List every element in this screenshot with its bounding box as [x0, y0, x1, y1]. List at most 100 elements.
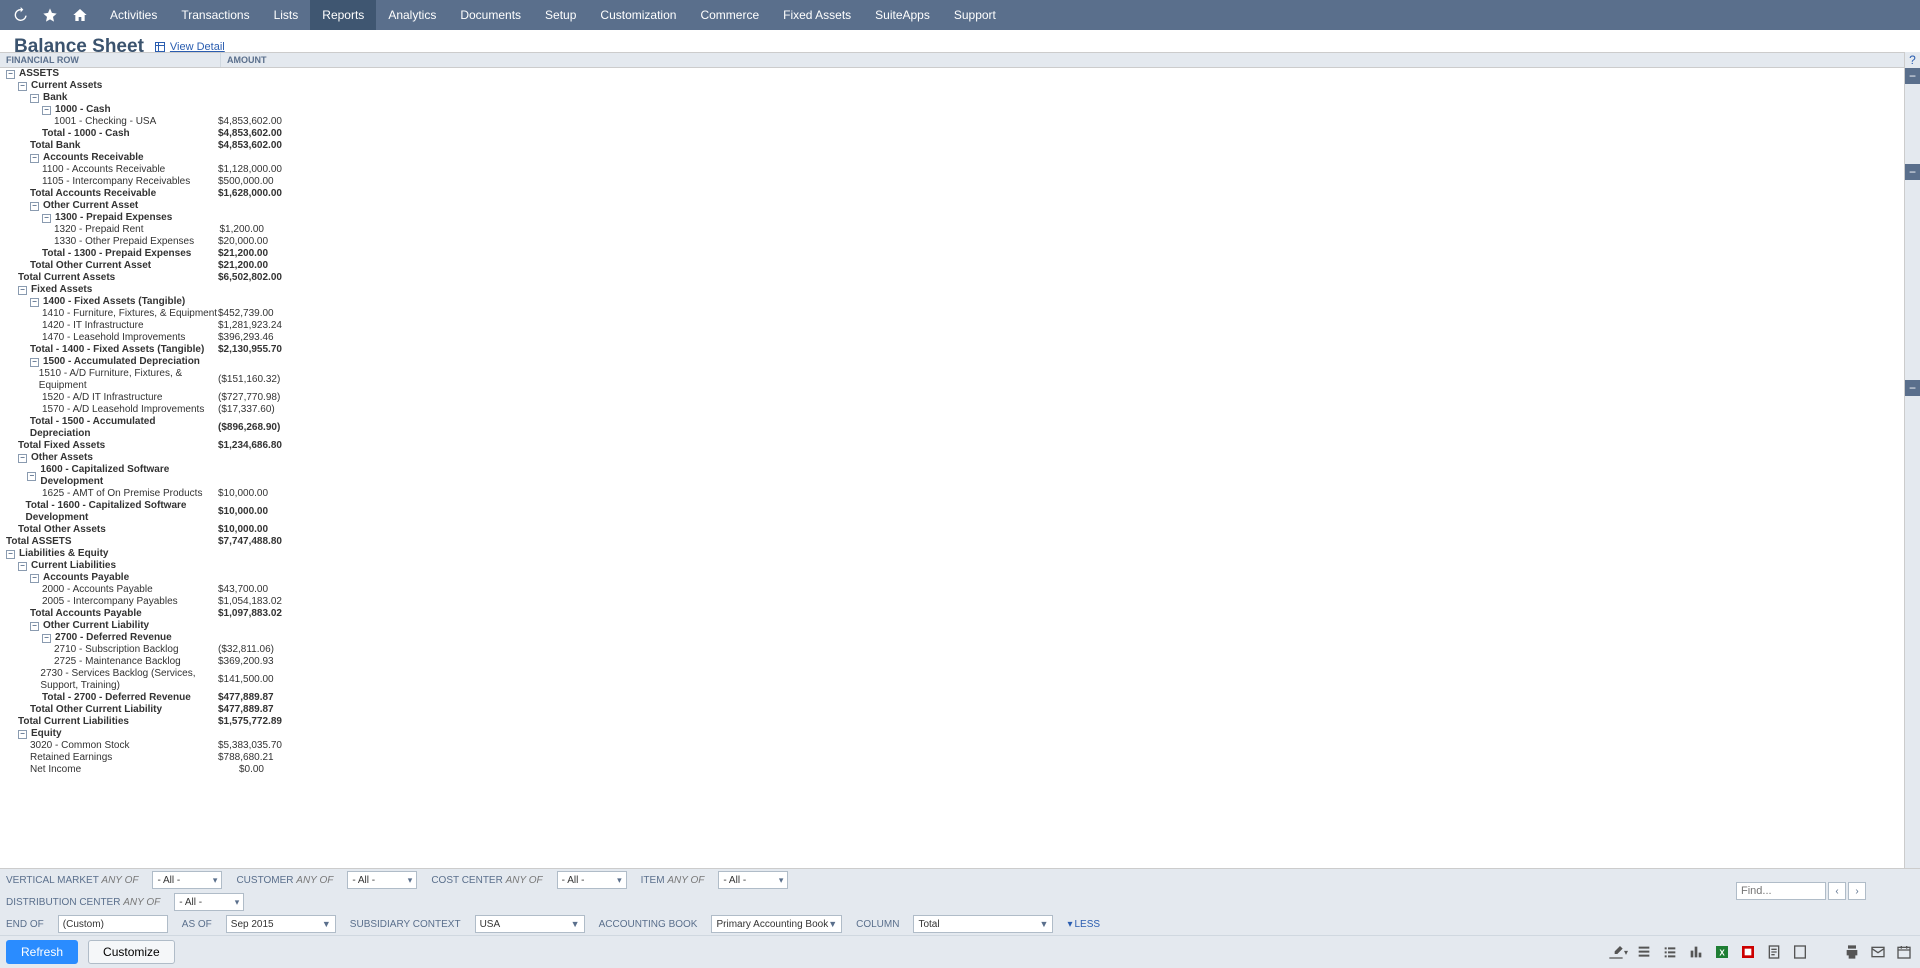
row-label: Other Current Asset [43, 200, 138, 212]
row-label: Current Assets [31, 80, 102, 92]
refresh-button[interactable]: Refresh [6, 940, 78, 964]
row-toggle[interactable]: − [6, 70, 15, 79]
star-icon[interactable] [38, 3, 62, 27]
print-icon[interactable] [1842, 942, 1862, 962]
email-icon[interactable] [1868, 942, 1888, 962]
nav-item-commerce[interactable]: Commerce [688, 0, 771, 30]
row-amount: $6,502,802.00 [218, 272, 268, 284]
home-icon[interactable] [68, 3, 92, 27]
report-row: Total Other Assets$10,000.00 [0, 524, 1904, 536]
row-toggle[interactable]: − [6, 550, 15, 559]
nav-item-activities[interactable]: Activities [98, 0, 169, 30]
row-amount: $7,747,488.80 [218, 536, 268, 548]
export-pdf-icon[interactable] [1738, 942, 1758, 962]
export-csv-icon[interactable] [1790, 942, 1810, 962]
nav-item-analytics[interactable]: Analytics [376, 0, 448, 30]
collapse-handle[interactable]: − [1905, 68, 1920, 84]
report-scroll[interactable]: FINANCIAL ROW AMOUNT −ASSETS−Current Ass… [0, 52, 1904, 908]
report-row: −Equity [0, 728, 1904, 740]
export-excel-icon[interactable]: X [1712, 942, 1732, 962]
find-prev-button[interactable]: ‹ [1828, 882, 1846, 900]
collapse-handle-2[interactable]: − [1905, 164, 1920, 180]
report-footer: VERTICAL MARKET ANY OF - All -▾ CUSTOMER… [0, 868, 1920, 968]
row-toggle[interactable]: − [18, 454, 27, 463]
row-toggle[interactable]: − [30, 622, 39, 631]
row-toggle[interactable]: − [42, 214, 51, 223]
row-toggle[interactable]: − [42, 634, 51, 643]
row-label: Other Current Liability [43, 620, 149, 632]
expand-rows-icon[interactable] [1634, 942, 1654, 962]
nav-item-setup[interactable]: Setup [533, 0, 588, 30]
find-next-button[interactable]: › [1848, 882, 1866, 900]
row-amount: $4,853,602.00 [218, 116, 268, 128]
row-label: Total Current Assets [18, 272, 115, 284]
report-row: −1000 - Cash [0, 104, 1904, 116]
row-toggle[interactable]: − [18, 562, 27, 571]
row-amount: $396,293.46 [218, 332, 268, 344]
as-of-select[interactable]: Sep 2015▼ [226, 915, 336, 933]
row-label: Total - 1400 - Fixed Assets (Tangible) [30, 344, 204, 356]
nav-item-documents[interactable]: Documents [448, 0, 533, 30]
item-select[interactable]: - All -▾ [718, 871, 788, 889]
chart-icon[interactable] [1686, 942, 1706, 962]
row-amount: ($32,811.06) [218, 644, 268, 656]
row-toggle[interactable]: − [27, 472, 36, 481]
options-icon[interactable]: ▾ [1608, 942, 1628, 962]
find-input[interactable] [1736, 882, 1826, 900]
row-label: 2710 - Subscription Backlog [54, 644, 179, 656]
customize-button[interactable]: Customize [88, 940, 175, 964]
row-toggle[interactable]: − [42, 106, 51, 115]
column-select[interactable]: Total▼ [913, 915, 1053, 933]
nav-item-support[interactable]: Support [942, 0, 1008, 30]
row-label: Retained Earnings [30, 752, 112, 764]
row-label: Bank [43, 92, 67, 104]
nav-item-customization[interactable]: Customization [588, 0, 688, 30]
row-amount: $10,000.00 [218, 488, 268, 500]
list-icon[interactable] [1660, 942, 1680, 962]
row-toggle[interactable]: − [30, 94, 39, 103]
export-doc-icon[interactable] [1764, 942, 1784, 962]
row-toggle[interactable]: − [18, 82, 27, 91]
vertical-market-select[interactable]: - All -▾ [152, 871, 222, 889]
cost-center-select[interactable]: - All -▾ [557, 871, 627, 889]
row-toggle[interactable]: − [30, 154, 39, 163]
nav-item-suiteapps[interactable]: SuiteApps [863, 0, 942, 30]
report-row: −Other Assets [0, 452, 1904, 464]
row-label: Total Current Liabilities [18, 716, 129, 728]
history-icon[interactable] [8, 3, 32, 27]
report-row: 1470 - Leasehold Improvements$396,293.46 [0, 332, 1904, 344]
row-label: 2725 - Maintenance Backlog [54, 656, 181, 668]
end-of-select[interactable]: (Custom) [58, 915, 168, 933]
row-toggle[interactable]: − [30, 358, 39, 367]
report-row: Retained Earnings$788,680.21 [0, 752, 1904, 764]
less-toggle[interactable]: ▾LESS [1067, 919, 1100, 930]
distribution-center-select[interactable]: - All -▾ [174, 893, 244, 911]
row-amount: $477,889.87 [218, 704, 268, 716]
subsidiary-select[interactable]: USA▼ [475, 915, 585, 933]
report-row: −1400 - Fixed Assets (Tangible) [0, 296, 1904, 308]
row-amount: $1,097,883.02 [218, 608, 268, 620]
row-toggle[interactable]: − [30, 298, 39, 307]
row-toggle[interactable]: − [18, 730, 27, 739]
row-label: 1420 - IT Infrastructure [42, 320, 144, 332]
report-row: −1300 - Prepaid Expenses [0, 212, 1904, 224]
row-toggle[interactable]: − [30, 574, 39, 583]
nav-item-transactions[interactable]: Transactions [169, 0, 261, 30]
row-label: 2005 - Intercompany Payables [42, 596, 178, 608]
row-toggle[interactable]: − [18, 286, 27, 295]
nav-item-reports[interactable]: Reports [310, 0, 376, 30]
help-icon[interactable]: ? [1905, 52, 1920, 68]
row-label: 1000 - Cash [55, 104, 111, 116]
accounting-book-select[interactable]: Primary Accounting Book▼ [711, 915, 842, 933]
row-toggle[interactable]: − [30, 202, 39, 211]
nav-item-fixed-assets[interactable]: Fixed Assets [771, 0, 863, 30]
nav-item-lists[interactable]: Lists [262, 0, 311, 30]
customer-select[interactable]: - All -▾ [347, 871, 417, 889]
schedule-icon[interactable] [1894, 942, 1914, 962]
report-row: Total Other Current Liability$477,889.87 [0, 704, 1904, 716]
row-amount: $5,383,035.70 [218, 740, 268, 752]
report-row: −Other Current Liability [0, 620, 1904, 632]
report-row: 1570 - A/D Leasehold Improvements($17,33… [0, 404, 1904, 416]
global-nav: ActivitiesTransactionsListsReportsAnalyt… [0, 0, 1920, 30]
collapse-handle-3[interactable]: − [1905, 380, 1920, 396]
